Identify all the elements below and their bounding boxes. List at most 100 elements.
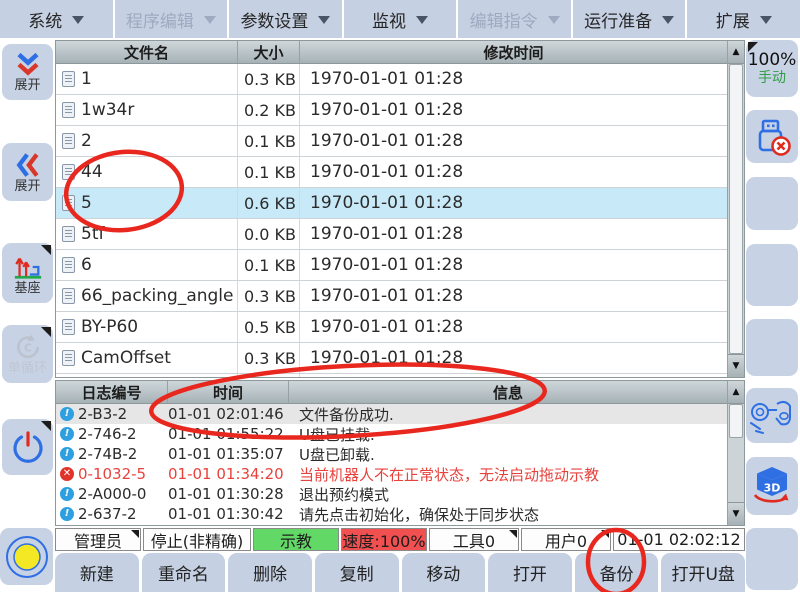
usb-eject-button[interactable] xyxy=(746,110,798,163)
sidebar-button-label: 展开 xyxy=(14,79,40,93)
log-row[interactable]: !2-A000-0 01-01 01:30:28 退出预约模式 xyxy=(56,484,727,504)
column-header-size[interactable]: 大小 xyxy=(238,41,300,63)
open-button[interactable]: 打开 xyxy=(488,553,572,592)
drag-teach-button[interactable] xyxy=(746,388,798,443)
scroll-up-icon[interactable]: ▲ xyxy=(728,41,744,64)
scrollbar-thumb[interactable] xyxy=(729,404,743,438)
file-mtime: 1970-01-01 01:28 xyxy=(300,250,727,280)
chevron-down-icon xyxy=(662,16,674,24)
log-time: 01-01 01:30:28 xyxy=(168,485,289,503)
file-list-scrollbar[interactable]: ▲ ▼ xyxy=(727,41,744,377)
file-icon xyxy=(62,102,75,118)
button-label: 移动 xyxy=(426,560,460,585)
menu-item-monitor[interactable]: 监视 xyxy=(344,0,457,38)
right-sidebar-empty-slot-3[interactable] xyxy=(746,319,798,376)
sidebar-servo-button[interactable] xyxy=(0,528,53,585)
status-tool[interactable]: 工具0 xyxy=(429,528,519,551)
backup-button[interactable]: 备份 xyxy=(575,553,659,592)
menu-label: 扩展 xyxy=(716,7,750,32)
sidebar-power-button[interactable] xyxy=(2,419,53,475)
new-file-button[interactable]: 新建 xyxy=(55,553,139,592)
file-row[interactable]: BY-P60 0.5 KB 1970-01-01 01:28 xyxy=(56,312,727,343)
menu-item-extend[interactable]: 扩展 xyxy=(687,0,800,38)
menu-item-param-settings[interactable]: 参数设置 xyxy=(229,0,342,38)
delete-button[interactable]: 删除 xyxy=(228,553,312,592)
scroll-up-icon[interactable]: ▲ xyxy=(728,381,744,404)
rename-button[interactable]: 重命名 xyxy=(142,553,226,592)
file-row[interactable]: 2 0.1 KB 1970-01-01 01:28 xyxy=(56,126,727,157)
right-sidebar-empty-slot-2[interactable] xyxy=(746,244,798,306)
file-name: BY-P60 xyxy=(81,317,138,337)
file-row[interactable]: 1 0.3 KB 1970-01-01 01:28 xyxy=(56,64,727,95)
chevron-down-icon xyxy=(204,16,216,24)
file-size: 0.0 KB xyxy=(238,219,300,249)
column-header-log-time[interactable]: 时间 xyxy=(168,381,289,403)
file-mtime: 1970-01-01 01:28 xyxy=(300,219,727,249)
chevron-down-icon xyxy=(318,16,330,24)
status-user-role[interactable]: 管理员 xyxy=(55,528,141,551)
menu-item-system[interactable]: 系统 xyxy=(0,0,113,38)
log-time: 01-01 01:35:07 xyxy=(168,445,289,463)
file-size: 0.6 KB xyxy=(238,188,300,218)
menu-label: 编辑指令 xyxy=(470,7,538,32)
status-run-state: 停止(非精确) xyxy=(143,528,251,551)
right-sidebar-empty-slot-4[interactable] xyxy=(746,528,798,590)
file-row-selected[interactable]: 5 0.6 KB 1970-01-01 01:28 xyxy=(56,188,727,219)
sidebar-single-cycle-button[interactable]: C 单循环 xyxy=(2,325,53,383)
column-header-log-code[interactable]: 日志编号 xyxy=(56,381,168,403)
log-row[interactable]: !2-74B-2 01-01 01:35:07 U盘已卸载. xyxy=(56,444,727,464)
log-code: 2-A000-0 xyxy=(78,485,146,503)
right-sidebar-empty-slot-1[interactable] xyxy=(746,177,798,230)
file-name: 66_packing_angle xyxy=(81,286,234,306)
file-row[interactable]: INSPIRE_Hand_test_ 1.4 KB 1970-01-01 01:… xyxy=(56,374,727,378)
sidebar-expand-left-button[interactable]: 展开 xyxy=(2,143,53,201)
status-clock: 01-01 02:02:12 xyxy=(613,528,745,551)
log-row[interactable]: !2-637-2 01-01 01:30:42 请先点击初始化，确保处于同步状态 xyxy=(56,504,727,524)
log-scrollbar[interactable]: ▲ ▼ xyxy=(727,381,744,525)
file-row[interactable]: 5tf 0.0 KB 1970-01-01 01:28 xyxy=(56,219,727,250)
sidebar-base-frame-button[interactable]: 基座 xyxy=(2,243,53,303)
view-3d-button[interactable]: 3D xyxy=(746,457,798,515)
column-header-mtime[interactable]: 修改时间 xyxy=(300,41,727,63)
log-code: 2-637-2 xyxy=(78,505,137,523)
file-mtime: 1970-01-01 01:28 xyxy=(300,343,727,373)
scroll-down-icon[interactable]: ▼ xyxy=(728,502,744,525)
speed-mode-button[interactable]: 100% 手动 xyxy=(746,40,798,97)
scrollbar-thumb[interactable] xyxy=(729,64,743,354)
sidebar-expand-down-button[interactable]: 展开 xyxy=(2,44,53,100)
file-size: 0.3 KB xyxy=(238,64,300,94)
log-row-selected[interactable]: !2-B3-2 01-01 02:01:46 文件备份成功. xyxy=(56,404,727,424)
file-icon xyxy=(62,288,75,304)
svg-text:C: C xyxy=(24,342,32,354)
file-row[interactable]: 44 0.1 KB 1970-01-01 01:28 xyxy=(56,157,727,188)
file-row[interactable]: 1w34r 0.2 KB 1970-01-01 01:28 xyxy=(56,95,727,126)
file-icon xyxy=(62,257,75,273)
file-size: 0.1 KB xyxy=(238,126,300,156)
menu-item-edit-command[interactable]: 编辑指令 xyxy=(458,0,571,38)
copy-button[interactable]: 复制 xyxy=(315,553,399,592)
log-time: 01-01 01:30:42 xyxy=(168,505,289,523)
open-usb-button[interactable]: 打开U盘 xyxy=(661,553,745,592)
log-row-error[interactable]: ✕0-1032-5 01-01 01:34:20 当前机器人不在正常状态，无法启… xyxy=(56,464,727,484)
file-row[interactable]: 6 0.1 KB 1970-01-01 01:28 xyxy=(56,250,727,281)
log-message: U盘已挂载. xyxy=(289,424,727,445)
column-header-log-message[interactable]: 信息 xyxy=(289,381,727,403)
file-row[interactable]: CamOffset 0.3 KB 1970-01-01 01:28 xyxy=(56,343,727,374)
move-button[interactable]: 移动 xyxy=(402,553,486,592)
status-user-frame[interactable]: 用户0 xyxy=(521,528,611,551)
drag-teach-hand-icon xyxy=(749,397,795,435)
menu-item-run-prepare[interactable]: 运行准备 xyxy=(573,0,686,38)
column-header-filename[interactable]: 文件名 xyxy=(56,41,238,63)
file-name: 5 xyxy=(81,193,92,213)
file-row[interactable]: 66_packing_angle 0.3 KB 1970-01-01 01:28 xyxy=(56,281,727,312)
menu-item-program-edit[interactable]: 程序编辑 xyxy=(115,0,228,38)
file-mtime: 1970-01-01 01:28 xyxy=(300,126,727,156)
corner-mark-icon xyxy=(41,421,51,431)
file-size: 0.5 KB xyxy=(238,312,300,342)
scroll-down-icon[interactable]: ▼ xyxy=(728,354,744,377)
log-row[interactable]: !2-746-2 01-01 01:55:22 U盘已挂载. xyxy=(56,424,727,444)
file-mtime: 1970-01-01 01:29 xyxy=(300,374,727,378)
mode-label: 示教 xyxy=(280,528,312,552)
file-name: 44 xyxy=(81,162,103,182)
file-mtime: 1970-01-01 01:28 xyxy=(300,95,727,125)
